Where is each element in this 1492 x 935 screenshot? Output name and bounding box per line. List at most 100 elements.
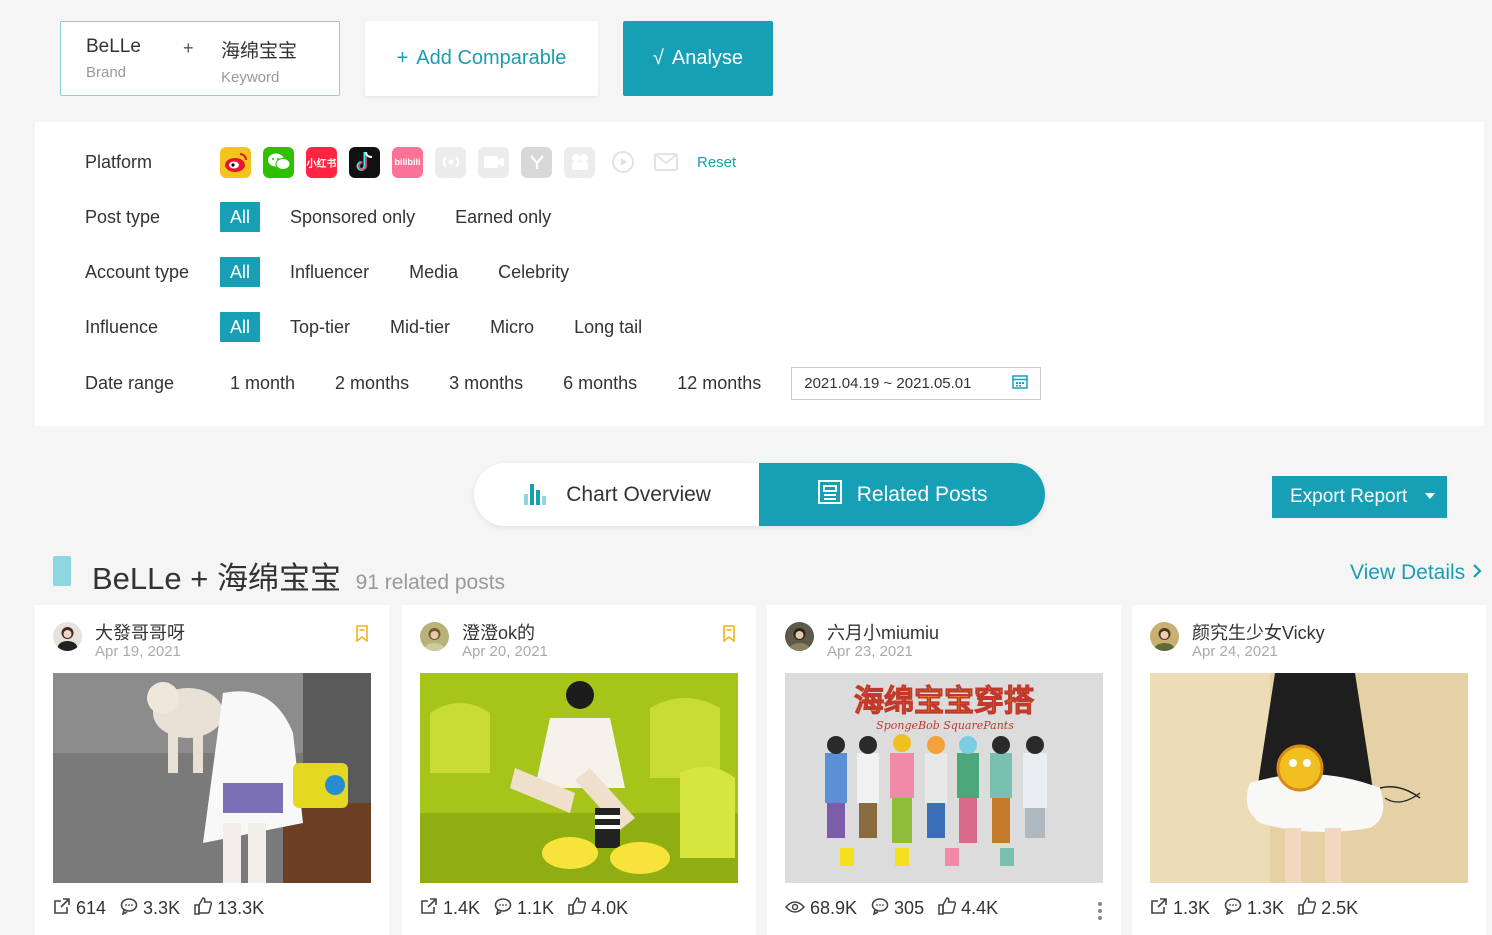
post-type-sponsored[interactable]: Sponsored only <box>290 202 415 232</box>
date-range-12-months[interactable]: 12 months <box>677 368 761 398</box>
like-count: 4.0K <box>591 898 629 918</box>
section-title-text: BeLLe + 海绵宝宝 <box>92 561 341 596</box>
add-comparable-button[interactable]: + Add Comparable <box>365 21 598 96</box>
douyin-icon[interactable] <box>349 146 380 178</box>
reset-link[interactable]: Reset <box>697 154 736 171</box>
film-icon[interactable] <box>564 146 595 178</box>
post-card[interactable]: 大發哥哥呀 Apr 19, 2021 614 3.3K 13.3K <box>35 605 389 935</box>
brand-value: BeLLe <box>86 36 141 57</box>
post-date: Apr 24, 2021 <box>1192 643 1278 660</box>
avatar[interactable] <box>420 622 449 651</box>
views-stat: 68.9K <box>784 898 857 919</box>
date-range-6-months[interactable]: 6 months <box>563 368 637 398</box>
account-type-influencer[interactable]: Influencer <box>290 257 369 287</box>
calendar-icon[interactable] <box>1012 374 1028 393</box>
like-stat: 4.4K <box>938 897 998 920</box>
thumbs-up-icon <box>938 897 957 920</box>
bilibili-icon[interactable]: bilibili <box>392 146 423 178</box>
wechat-icon[interactable] <box>263 146 294 178</box>
share-stat: 614 <box>53 897 106 920</box>
comment-stat: 1.1K <box>494 897 554 920</box>
keyword-label: Keyword <box>221 69 280 86</box>
keyword-field[interactable]: 海绵宝宝 Keyword <box>221 36 297 86</box>
influence-label: Influence <box>85 316 159 337</box>
view-tabs: Chart Overview Related Posts <box>474 463 1045 526</box>
date-range-2-months[interactable]: 2 months <box>335 368 409 398</box>
post-date: Apr 20, 2021 <box>462 643 548 660</box>
image-title: 海绵宝宝穿搭 <box>854 684 1034 719</box>
post-type-all[interactable]: All <box>220 202 261 232</box>
export-report-button[interactable]: Export Report <box>1272 476 1447 518</box>
date-range-1-month[interactable]: 1 month <box>230 368 295 398</box>
bar-chart-icon <box>522 478 552 512</box>
bookmark-icon[interactable] <box>722 625 736 647</box>
comment-count: 1.3K <box>1247 898 1285 918</box>
caret-down-icon[interactable] <box>1425 493 1435 499</box>
analyse-button[interactable]: √ Analyse <box>623 21 773 96</box>
post-image[interactable] <box>1150 673 1468 883</box>
eye-icon <box>784 898 806 919</box>
comment-icon <box>120 897 138 920</box>
platform-row: Platform 小红书 bilibili Reset <box>85 146 736 178</box>
post-author[interactable]: 六月小miumiu <box>827 619 939 645</box>
influence-micro[interactable]: Micro <box>490 312 534 342</box>
influence-long-tail[interactable]: Long tail <box>574 312 642 342</box>
share-count: 1.3K <box>1173 898 1211 918</box>
date-range-value: 2021.04.19 ~ 2021.05.01 <box>804 374 972 392</box>
comment-count: 3.3K <box>143 898 181 918</box>
video-icon[interactable] <box>478 146 509 178</box>
account-type-all[interactable]: All <box>220 257 261 287</box>
y-icon[interactable] <box>521 146 552 178</box>
more-vertical-icon[interactable] <box>1097 901 1103 926</box>
query-box[interactable]: BeLLe Brand + 海绵宝宝 Keyword <box>60 21 340 96</box>
share-stat: 1.3K <box>1150 897 1210 920</box>
check-icon: √ <box>652 47 664 69</box>
date-range-input[interactable]: 2021.04.19 ~ 2021.05.01 <box>791 366 1042 400</box>
tab-chart-overview[interactable]: Chart Overview <box>474 463 759 526</box>
post-image[interactable]: 海绵宝宝穿搭 SpongeBob SquarePants <box>785 673 1103 883</box>
post-card[interactable]: 颜究生少女Vicky Apr 24, 2021 1.3K 1.3K 2.5K <box>1132 605 1486 935</box>
filter-panel: Platform 小红书 bilibili Reset Post type Al… <box>35 122 1484 426</box>
tab-related-posts[interactable]: Related Posts <box>759 463 1045 526</box>
post-image[interactable] <box>53 673 371 883</box>
add-comparable-label: Add Comparable <box>416 47 567 69</box>
brand-field[interactable]: BeLLe Brand <box>86 36 141 81</box>
post-type-row: Post type All Sponsored only Earned only <box>85 201 591 233</box>
weibo-icon[interactable] <box>220 146 251 178</box>
account-type-media[interactable]: Media <box>409 257 458 287</box>
share-icon <box>1150 897 1168 920</box>
like-count: 4.4K <box>961 898 999 918</box>
view-details-label: View Details <box>1350 561 1466 584</box>
date-range-3-months[interactable]: 3 months <box>449 368 523 398</box>
plus-sign: + <box>183 38 194 58</box>
post-type-label: Post type <box>85 206 161 227</box>
post-card[interactable]: 澄澄ok的 Apr 20, 2021 1.4K 1.1K 4.0K <box>402 605 756 935</box>
section-title: BeLLe + 海绵宝宝 91 related posts <box>92 553 505 598</box>
post-author[interactable]: 大發哥哥呀 <box>95 619 185 645</box>
play-icon[interactable] <box>607 147 638 178</box>
avatar[interactable] <box>1150 622 1179 651</box>
avatar[interactable] <box>53 622 82 651</box>
mail-icon[interactable] <box>650 147 681 178</box>
influence-mid-tier[interactable]: Mid-tier <box>390 312 450 342</box>
post-author[interactable]: 颜究生少女Vicky <box>1192 619 1325 645</box>
avatar[interactable] <box>785 622 814 651</box>
account-type-celebrity[interactable]: Celebrity <box>498 257 569 287</box>
tab-related-posts-label: Related Posts <box>856 482 988 506</box>
post-type-earned[interactable]: Earned only <box>455 202 551 232</box>
like-stat: 13.3K <box>194 897 264 920</box>
broadcast-icon[interactable] <box>435 146 466 178</box>
post-stats: 68.9K 305 4.4K <box>784 897 998 920</box>
date-range-label: Date range <box>85 372 175 393</box>
post-card[interactable]: 六月小miumiu Apr 23, 2021 海绵宝宝穿搭 SpongeBob … <box>767 605 1121 935</box>
view-details-link[interactable]: View Details <box>1350 561 1483 585</box>
share-stat: 1.4K <box>420 897 480 920</box>
post-author[interactable]: 澄澄ok的 <box>462 619 535 645</box>
post-image[interactable] <box>420 673 738 883</box>
xiaohongshu-icon[interactable]: 小红书 <box>306 146 337 178</box>
influence-all[interactable]: All <box>220 312 261 342</box>
thumbs-up-icon <box>568 897 587 920</box>
influence-top-tier[interactable]: Top-tier <box>290 312 350 342</box>
bookmark-icon[interactable] <box>355 625 369 647</box>
account-type-row: Account type All Influencer Media Celebr… <box>85 256 609 288</box>
